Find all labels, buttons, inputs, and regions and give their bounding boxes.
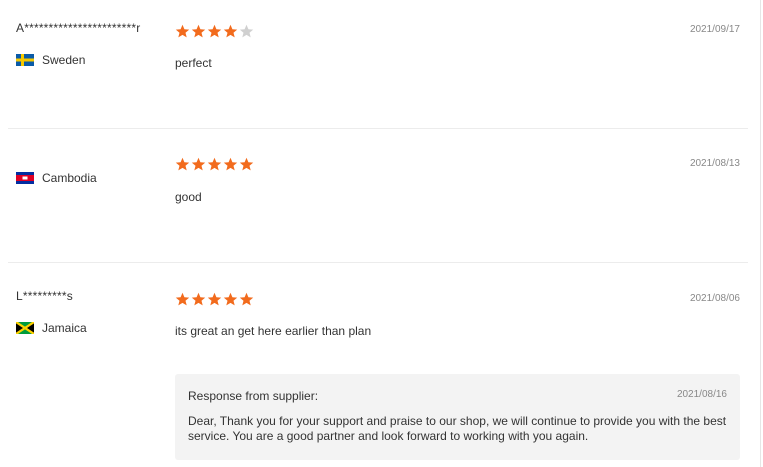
star-filled-icon bbox=[191, 292, 206, 307]
supplier-response: Response from supplier: 2021/08/16 Dear,… bbox=[175, 374, 740, 460]
response-date: 2021/08/16 bbox=[676, 389, 727, 400]
star-filled-icon bbox=[207, 292, 222, 307]
review-item: A***********************r Sweden 2021/09… bbox=[8, 0, 748, 128]
review-date: 2021/08/13 bbox=[689, 158, 740, 169]
review-username: A***********************r bbox=[16, 21, 141, 35]
review-date: 2021/09/17 bbox=[689, 24, 740, 35]
response-body: Dear, Thank you for your support and pra… bbox=[188, 414, 727, 443]
sweden-flag-icon bbox=[16, 54, 34, 66]
response-title: Response from supplier: bbox=[188, 389, 319, 403]
star-filled-icon bbox=[191, 157, 206, 172]
review-text: its great an get here earlier than plan bbox=[175, 324, 372, 338]
star-filled-icon bbox=[239, 292, 254, 307]
star-rating bbox=[175, 292, 254, 307]
cambodia-flag-icon bbox=[16, 172, 34, 184]
star-filled-icon bbox=[175, 157, 190, 172]
star-filled-icon bbox=[239, 157, 254, 172]
review-date: 2021/08/06 bbox=[689, 293, 740, 304]
right-border bbox=[760, 0, 761, 467]
star-filled-icon bbox=[223, 292, 238, 307]
review-country: Sweden bbox=[16, 53, 85, 67]
review-item: Cambodia 2021/08/13 good bbox=[8, 129, 748, 262]
review-text: good bbox=[175, 190, 202, 204]
review-username: L*********s bbox=[16, 289, 73, 303]
review-country-label: Jamaica bbox=[42, 321, 87, 335]
star-filled-icon bbox=[175, 24, 190, 39]
review-text: perfect bbox=[175, 56, 212, 70]
review-country: Cambodia bbox=[16, 171, 97, 185]
star-filled-icon bbox=[191, 24, 206, 39]
jamaica-flag-icon bbox=[15, 321, 35, 335]
star-rating bbox=[175, 157, 254, 172]
review-country: Jamaica bbox=[15, 321, 87, 335]
star-filled-icon bbox=[207, 157, 222, 172]
star-filled-icon bbox=[223, 24, 238, 39]
star-empty-icon bbox=[239, 24, 254, 39]
review-item: L*********s Jamaica 2021/08/06 its great… bbox=[8, 263, 748, 467]
star-rating bbox=[175, 24, 254, 39]
review-country-label: Sweden bbox=[42, 53, 86, 67]
review-country-label: Cambodia bbox=[42, 171, 97, 185]
star-filled-icon bbox=[175, 292, 190, 307]
star-filled-icon bbox=[223, 157, 238, 172]
star-filled-icon bbox=[207, 24, 222, 39]
